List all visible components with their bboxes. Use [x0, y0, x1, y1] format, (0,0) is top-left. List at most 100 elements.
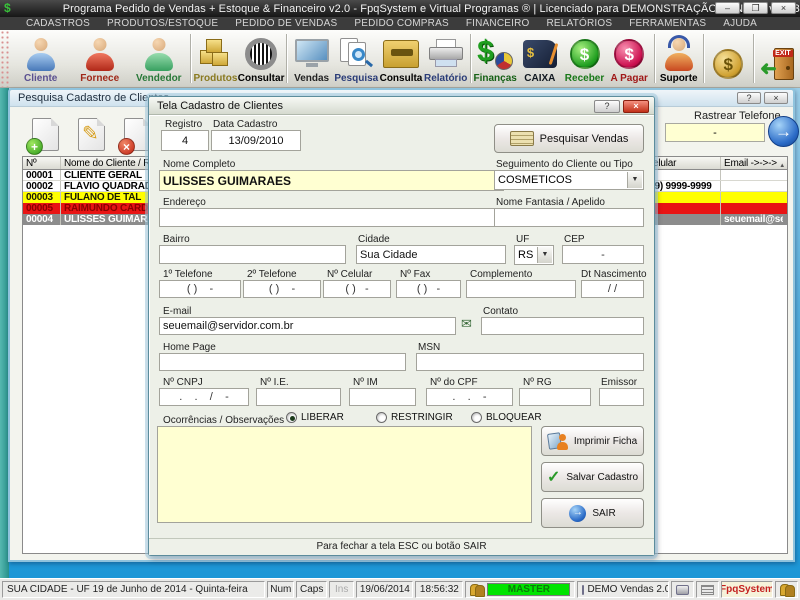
menu-cadastros[interactable]: CADASTROS — [26, 18, 90, 29]
modal-titlebar[interactable]: Tela Cadastro de Clientes — [149, 97, 654, 115]
col-header-email[interactable]: Email ->->-> — [721, 157, 783, 169]
im-label: Nº IM — [353, 377, 378, 388]
email-input[interactable] — [159, 317, 456, 335]
endereco-input[interactable] — [159, 208, 504, 227]
uf-combobox[interactable]: RS ▼ — [514, 245, 554, 265]
cnpj-label: Nº CNPJ — [163, 377, 203, 388]
home-page-input[interactable] — [159, 353, 406, 371]
status-form-button[interactable] — [696, 581, 719, 598]
menu-relatorios[interactable]: RELATÓRIOS — [547, 18, 613, 29]
salvar-cadastro-button[interactable]: ✓ Salvar Cadastro — [541, 462, 644, 492]
toolbar-button-consulta[interactable]: Consulta — [379, 30, 424, 87]
menu-pedido-compras[interactable]: PEDIDO COMPRAS — [354, 18, 448, 29]
dollar-pie-icon: $ — [477, 38, 513, 70]
dt-nascimento-input[interactable] — [581, 280, 644, 298]
menu-financeiro[interactable]: FINANCEIRO — [466, 18, 530, 29]
radio-liberar[interactable]: LIBERAR — [286, 412, 344, 423]
rastrear-telefone-label: Rastrear Telefone — [694, 110, 781, 122]
fax-input[interactable] — [396, 280, 461, 298]
toolbar-button-produtos[interactable]: Produtos — [193, 30, 238, 87]
sair-button[interactable]: → SAIR — [541, 498, 644, 528]
dt-nascimento-label: Dt Nascimento — [581, 269, 647, 280]
pesquisar-vendas-button[interactable]: Pesquisar Vendas — [494, 124, 644, 153]
minimize-button[interactable]: – — [715, 2, 740, 14]
toolbar-button-exit[interactable]: EXIT➜ — [755, 30, 800, 87]
observacoes-textarea[interactable] — [157, 426, 532, 523]
toolbar-button-suporte[interactable]: Suporte — [656, 30, 701, 87]
telefone1-input[interactable] — [159, 280, 241, 298]
envelope-icon[interactable]: ✉ — [461, 316, 472, 332]
nome-completo-label: Nome Completo — [163, 159, 235, 170]
cpf-input[interactable] — [426, 388, 513, 406]
toolbar-button-vendas[interactable]: Vendas — [289, 30, 334, 87]
toolbar-button-fornece[interactable]: Fornece — [70, 30, 129, 87]
im-input[interactable] — [349, 388, 416, 406]
search-close-button[interactable]: × — [764, 92, 788, 104]
toolbar-button-financas[interactable]: $ Finanças — [473, 30, 518, 87]
sort-arrow-icon[interactable]: ▲ — [779, 160, 785, 173]
add-client-button[interactable]: + — [32, 118, 59, 151]
delete-client-button[interactable]: × — [124, 118, 151, 151]
search-window-title: Pesquisa Cadastro de Clientes — [18, 92, 169, 104]
menu-produtos-estoque[interactable]: PRODUTOS/ESTOQUE — [107, 18, 218, 29]
rastrear-go-button[interactable]: → — [768, 116, 799, 147]
toolbar-button-coin[interactable]: $ — [706, 30, 751, 87]
toolbar-button-caixa[interactable]: CAIXA — [518, 30, 563, 87]
complemento-label: Complemento — [470, 269, 532, 280]
modal-title: Tela Cadastro de Clientes — [157, 100, 283, 112]
maximize-button[interactable]: ❐ — [743, 2, 768, 14]
cnpj-input[interactable] — [159, 388, 249, 406]
close-button[interactable]: × — [771, 2, 796, 14]
toolbar-button-consultar[interactable]: Consultar — [238, 30, 285, 87]
search-help-button[interactable]: ? — [737, 92, 761, 104]
toolbar-button-vendedor[interactable]: Vendedor — [129, 30, 188, 87]
status-users-button[interactable] — [775, 581, 798, 598]
menu-ajuda[interactable]: AJUDA — [723, 18, 757, 29]
cep-input[interactable] — [562, 245, 644, 264]
app-title: Programa Pedido de Vendas + Estoque & Fi… — [63, 3, 800, 15]
gold-coin-icon: $ — [713, 49, 743, 79]
modal-help-button[interactable]: ? — [594, 100, 620, 113]
bairro-input[interactable] — [159, 245, 346, 264]
contato-input[interactable] — [481, 317, 644, 335]
folder-icon — [383, 40, 419, 68]
modal-close-button[interactable]: × — [623, 100, 649, 113]
rg-input[interactable] — [519, 388, 591, 406]
telefone2-label: 2º Telefone — [247, 269, 297, 280]
registro-input[interactable] — [161, 130, 209, 151]
toolbar-separator — [753, 34, 754, 83]
emissor-input[interactable] — [599, 388, 644, 406]
msn-input[interactable] — [416, 353, 644, 371]
radio-restringir[interactable]: RESTRINGIR — [376, 412, 453, 423]
cep-label: CEP — [564, 234, 585, 245]
edit-client-button[interactable]: ✎ — [78, 118, 105, 151]
status-print-button[interactable] — [671, 581, 694, 598]
celular-input[interactable] — [323, 280, 391, 298]
nome-completo-input[interactable] — [159, 170, 504, 191]
toolbar-button-a-pagar[interactable]: $ A Pagar — [607, 30, 652, 87]
form-mini-icon — [701, 585, 714, 595]
col-header-id[interactable]: Nº — [23, 157, 61, 169]
red-coin-icon: $ — [614, 39, 644, 69]
menu-ferramentas[interactable]: FERRAMENTAS — [629, 18, 706, 29]
exit-door-icon: EXIT➜ — [760, 48, 796, 80]
chevron-down-icon: ▼ — [537, 247, 552, 263]
rastrear-telefone-input[interactable] — [665, 123, 765, 142]
product-boxes-icon — [198, 38, 232, 70]
toolbar-button-cliente[interactable]: Cliente — [11, 30, 70, 87]
ie-input[interactable] — [256, 388, 341, 406]
radio-bloquear[interactable]: BLOQUEAR — [471, 412, 542, 423]
complemento-input[interactable] — [466, 280, 576, 298]
imprimir-ficha-button[interactable]: Imprimir Ficha — [541, 426, 644, 456]
nome-fantasia-input[interactable] — [494, 208, 644, 227]
toolbar-button-relatorio[interactable]: Relatório — [423, 30, 468, 87]
app-logo-icon: $ — [4, 2, 11, 15]
data-cadastro-input[interactable] — [211, 130, 301, 151]
toolbar-button-pesquisa[interactable]: Pesquisa — [334, 30, 379, 87]
toolbar-separator — [286, 34, 287, 83]
menu-pedido-vendas[interactable]: PEDIDO DE VENDAS — [235, 18, 337, 29]
toolbar-button-receber[interactable]: $ Receber — [562, 30, 607, 87]
seguimento-combobox[interactable]: COSMETICOS ▼ — [494, 170, 644, 190]
telefone2-input[interactable] — [243, 280, 321, 298]
cidade-input[interactable] — [356, 245, 506, 264]
